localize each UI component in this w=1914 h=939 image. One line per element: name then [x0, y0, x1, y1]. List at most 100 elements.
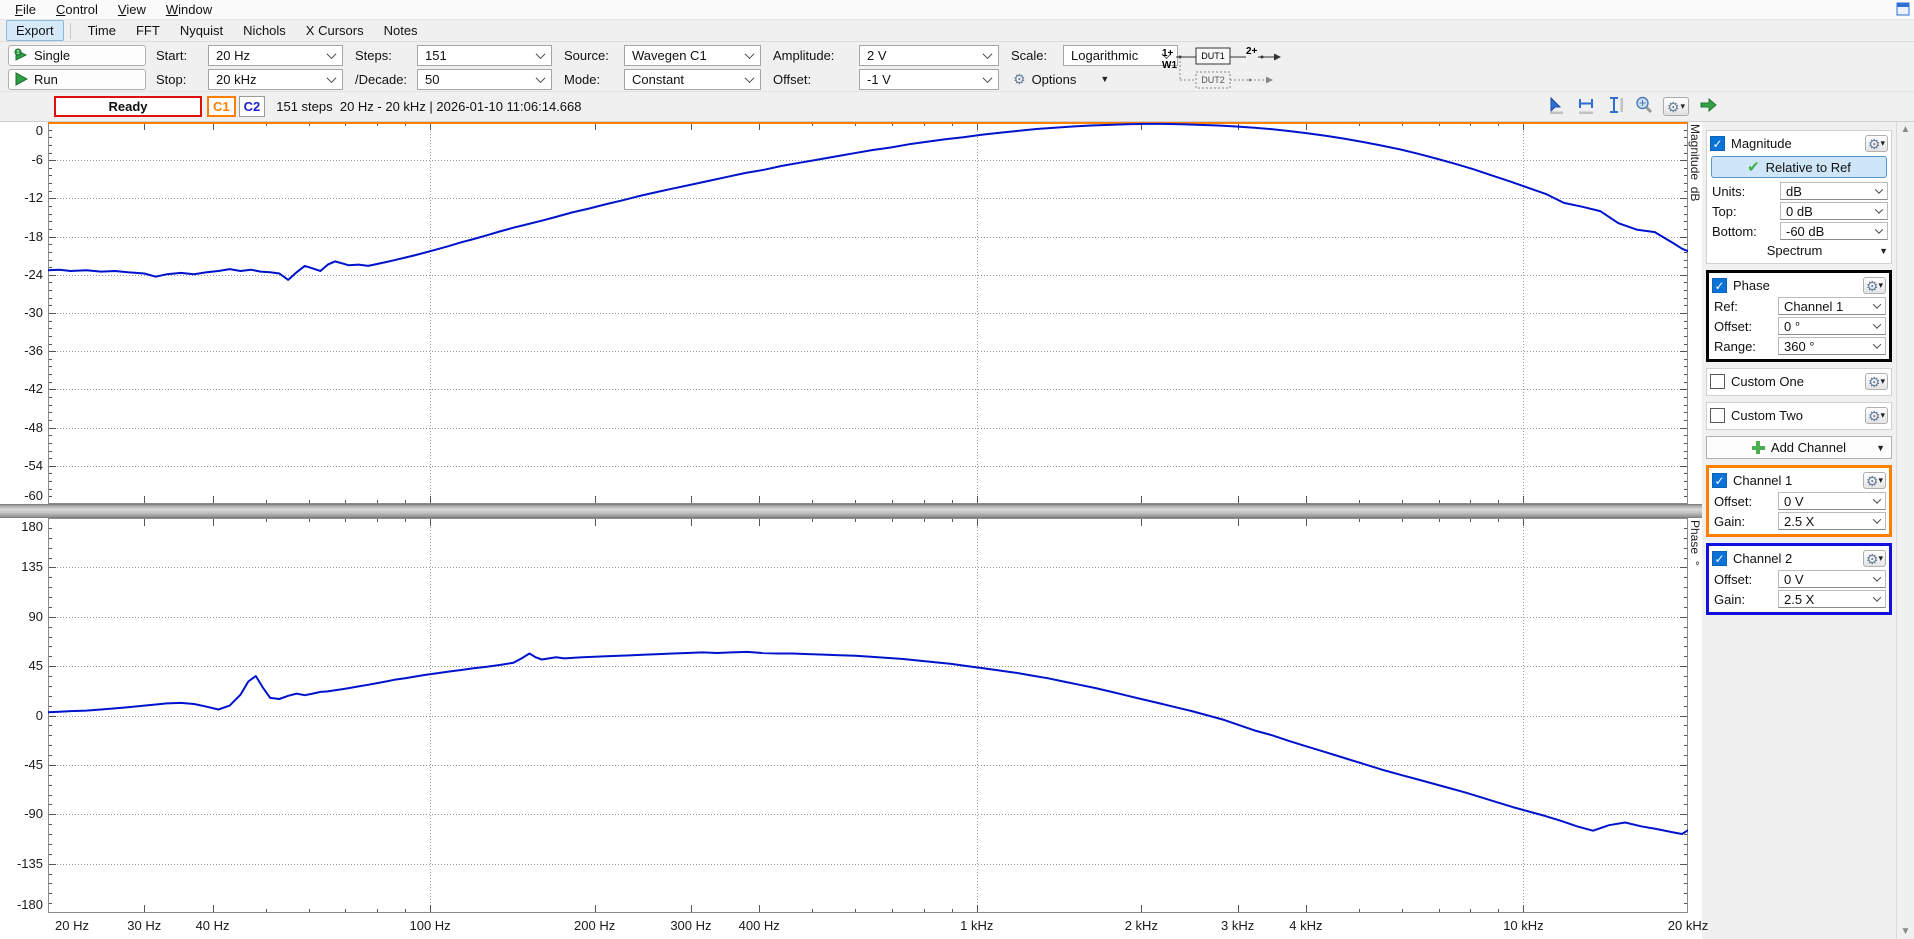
- options-button[interactable]: ⚙ Options ▼: [1011, 72, 1109, 87]
- plot-splitter[interactable]: [0, 504, 1702, 518]
- panel-section-channel2: ✓ Channel 2 ⚙▾ Offset: 0 V Gain: 2.5 X: [1706, 543, 1892, 615]
- chevron-down-icon: [1873, 593, 1881, 601]
- phase-plot[interactable]: [48, 518, 1688, 913]
- offset-label: Offset:: [773, 72, 859, 87]
- decade-select[interactable]: 50: [417, 69, 552, 90]
- magnitude-axis-title: Magnitude dB: [1688, 124, 1702, 201]
- phase-offset-select[interactable]: 0 °: [1778, 317, 1886, 335]
- units-select[interactable]: dB: [1780, 182, 1888, 200]
- menu-item-view[interactable]: View: [111, 1, 153, 18]
- tab-separator: [70, 23, 71, 39]
- caret-down-icon: ▾: [1878, 553, 1883, 564]
- start-label: Start:: [156, 48, 208, 63]
- gear-icon: ⚙: [1013, 72, 1026, 86]
- add-channel-button[interactable]: Add Channel ▼: [1706, 436, 1892, 459]
- horizontal-cursor-button[interactable]: [1576, 95, 1596, 118]
- scroll-up-button[interactable]: ▲: [1901, 124, 1911, 135]
- zoom-tool-button[interactable]: [1634, 95, 1654, 118]
- magnitude-y-axis: 0-6-12-18-24-30-36-42-48-54-60: [0, 122, 48, 504]
- phase-gear-button[interactable]: ⚙▾: [1863, 277, 1886, 294]
- chevron-down-icon: [1875, 205, 1883, 213]
- panel-scrollbar[interactable]: ▲ ▼: [1896, 122, 1914, 939]
- toolbar: 1 Single Start: 20 Hz Steps: 151 Source:…: [0, 42, 1914, 92]
- amplitude-select[interactable]: 2 V: [859, 45, 999, 66]
- y-tick-label: -48: [24, 420, 43, 435]
- window-dock-icon[interactable]: [1896, 2, 1910, 19]
- phase-y-axis: 18013590450-45-90-135-180: [0, 518, 48, 913]
- tab-fft[interactable]: FFT: [127, 21, 169, 40]
- x-tick-label: 400 Hz: [739, 918, 780, 933]
- stop-select[interactable]: 20 kHz: [208, 69, 343, 90]
- magnitude-plot[interactable]: [48, 122, 1688, 504]
- source-select[interactable]: Wavegen C1: [624, 45, 761, 66]
- custom-one-checkbox[interactable]: [1710, 374, 1725, 389]
- waveforms-network-analyzer-window: File Control View Window Export Time FFT…: [0, 0, 1914, 939]
- y-tick-label: -30: [24, 305, 43, 320]
- custom-two-checkbox[interactable]: [1710, 408, 1725, 423]
- offset-select[interactable]: -1 V: [859, 69, 999, 90]
- channel1-checkbox[interactable]: ✓: [1712, 473, 1727, 488]
- channel2-badge[interactable]: C2: [239, 96, 266, 117]
- channel2-checkbox[interactable]: ✓: [1712, 551, 1727, 566]
- chevron-down-icon: [983, 49, 993, 59]
- channel2-offset-label: Offset:: [1714, 572, 1778, 587]
- channel2-offset-select[interactable]: 0 V: [1778, 570, 1886, 588]
- y-tick-label: -54: [24, 458, 43, 473]
- chevron-down-icon: [1873, 495, 1881, 503]
- run-button[interactable]: Run: [8, 69, 146, 90]
- pop-out-button[interactable]: [1698, 95, 1718, 118]
- tab-time[interactable]: Time: [79, 21, 125, 40]
- menu-item-window[interactable]: Window: [159, 1, 219, 18]
- tab-nichols[interactable]: Nichols: [234, 21, 295, 40]
- chevron-down-icon: [745, 73, 755, 83]
- panel-section-phase: ✓ Phase ⚙▾ Ref: Channel 1 Offset: 0 ° Ra…: [1706, 270, 1892, 362]
- y-tick-label: -42: [24, 381, 43, 396]
- channel2-title: Channel 2: [1733, 551, 1857, 566]
- mode-select[interactable]: Constant: [624, 69, 761, 90]
- relative-to-ref-button[interactable]: ✔ Relative to Ref: [1711, 156, 1887, 178]
- range-select[interactable]: 360 °: [1778, 337, 1886, 355]
- spectrum-selector[interactable]: Spectrum ▼: [1710, 241, 1888, 260]
- custom-two-gear-button[interactable]: ⚙▾: [1865, 407, 1888, 424]
- vertical-cursor-button[interactable]: [1605, 95, 1625, 118]
- chevron-down-icon: [1873, 320, 1881, 328]
- magnitude-gear-button[interactable]: ⚙▾: [1865, 135, 1888, 152]
- play-run-icon: [14, 72, 28, 86]
- tab-nyquist[interactable]: Nyquist: [171, 21, 232, 40]
- statusbar: Ready C1 C2 151 steps 20 Hz - 20 kHz | 2…: [0, 92, 1914, 122]
- gear-icon: ⚙: [1868, 409, 1881, 423]
- y-tick-label: -24: [24, 267, 43, 282]
- plot-settings-button[interactable]: ⚙▾: [1663, 97, 1689, 116]
- channel1-offset-select[interactable]: 0 V: [1778, 492, 1886, 510]
- y-tick-label: 135: [21, 559, 43, 574]
- channel1-gear-button[interactable]: ⚙▾: [1863, 472, 1886, 489]
- main-area: 0-6-12-18-24-30-36-42-48-54-60 Magnitude…: [0, 122, 1914, 939]
- caret-down-icon: ▼: [1876, 443, 1885, 453]
- single-button[interactable]: 1 Single: [8, 45, 146, 66]
- y-tick-label: 90: [29, 609, 43, 624]
- phase-checkbox[interactable]: ✓: [1712, 278, 1727, 293]
- menu-item-control[interactable]: Control: [49, 1, 105, 18]
- start-select[interactable]: 20 Hz: [208, 45, 343, 66]
- plots-column: 0-6-12-18-24-30-36-42-48-54-60 Magnitude…: [0, 122, 1702, 939]
- menu-item-file[interactable]: File: [8, 1, 43, 18]
- custom-one-gear-button[interactable]: ⚙▾: [1865, 373, 1888, 390]
- tab-x-cursors[interactable]: X Cursors: [297, 21, 373, 40]
- ref-select[interactable]: Channel 1: [1778, 297, 1886, 315]
- magnitude-checkbox[interactable]: ✓: [1710, 136, 1725, 151]
- channel2-gain-select[interactable]: 2.5 X: [1778, 590, 1886, 608]
- caret-down-icon: ▼: [1879, 246, 1888, 256]
- steps-select[interactable]: 151: [417, 45, 552, 66]
- cursor-tool-button[interactable]: [1547, 95, 1567, 118]
- top-select[interactable]: 0 dB: [1780, 202, 1888, 220]
- channel1-badge[interactable]: C1: [207, 96, 236, 117]
- tab-export[interactable]: Export: [6, 20, 64, 41]
- bottom-select[interactable]: -60 dB: [1780, 222, 1888, 240]
- channel1-gain-select[interactable]: 2.5 X: [1778, 512, 1886, 530]
- panel-section-custom-one: Custom One ⚙▾: [1706, 368, 1892, 396]
- panel-section-custom-two: Custom Two ⚙▾: [1706, 402, 1892, 430]
- scroll-down-button[interactable]: ▼: [1901, 926, 1911, 937]
- tab-notes[interactable]: Notes: [375, 21, 427, 40]
- channel2-gear-button[interactable]: ⚙▾: [1863, 550, 1886, 567]
- menubar: File Control View Window: [0, 0, 1914, 20]
